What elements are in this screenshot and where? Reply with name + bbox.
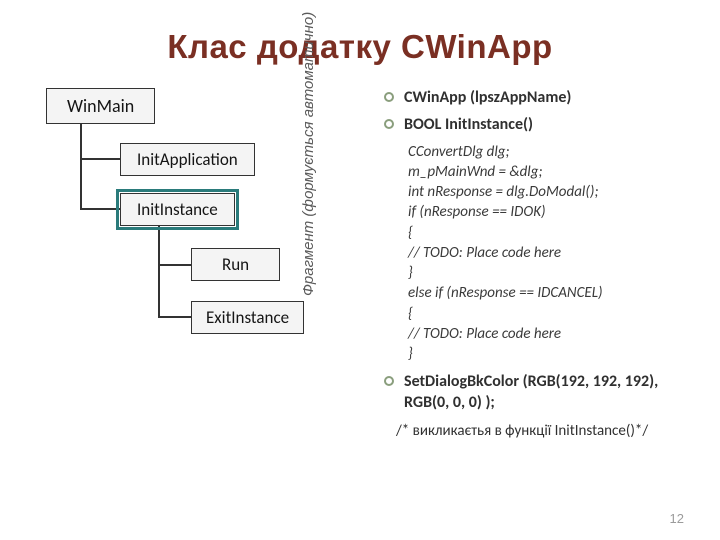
connector [80,158,120,160]
bullet-text: BOOL InitInstance() [404,115,533,136]
connector [158,264,191,266]
bullet-item: SetDialogBkColor (RGB(192, 192, 192), RG… [384,372,674,414]
connector [80,120,82,209]
bullet-icon [384,92,394,102]
footnote: /* викликаєтья в функції InitInstance()*… [396,422,674,440]
node-winmain: WinMain [46,88,155,124]
page-number: 12 [670,511,684,526]
bullet-icon [384,119,394,129]
node-initapplication: InitApplication [120,143,255,176]
connector [158,316,191,318]
bullet-item: CWinApp (lpszAppName) [384,88,674,109]
bullet-text: CWinApp (lpszAppName) [404,88,571,109]
code-snippet: CConvertDlg dlg; m_pMainWnd = &dlg; int … [408,142,674,365]
bullet-text: SetDialogBkColor (RGB(192, 192, 192), RG… [404,372,674,414]
bullet-icon [384,376,394,386]
node-exitinstance: ExitInstance [191,301,304,334]
hierarchy-diagram: WinMain InitApplication InitInstance Run… [46,88,336,448]
node-initinstance: InitInstance [120,193,235,226]
connector [158,225,160,317]
vertical-caption: Фрагмент (формується автоматично) [300,12,317,296]
node-run: Run [191,248,280,281]
slide: Клас додатку CWinApp WinMain InitApplica… [0,0,720,540]
slide-title: Клас додатку CWinApp [46,28,674,66]
bullet-panel: CWinApp (lpszAppName) BOOL InitInstance(… [384,88,674,440]
bullet-item: BOOL InitInstance() [384,115,674,136]
content-row: WinMain InitApplication InitInstance Run… [46,88,674,448]
connector [80,208,120,210]
